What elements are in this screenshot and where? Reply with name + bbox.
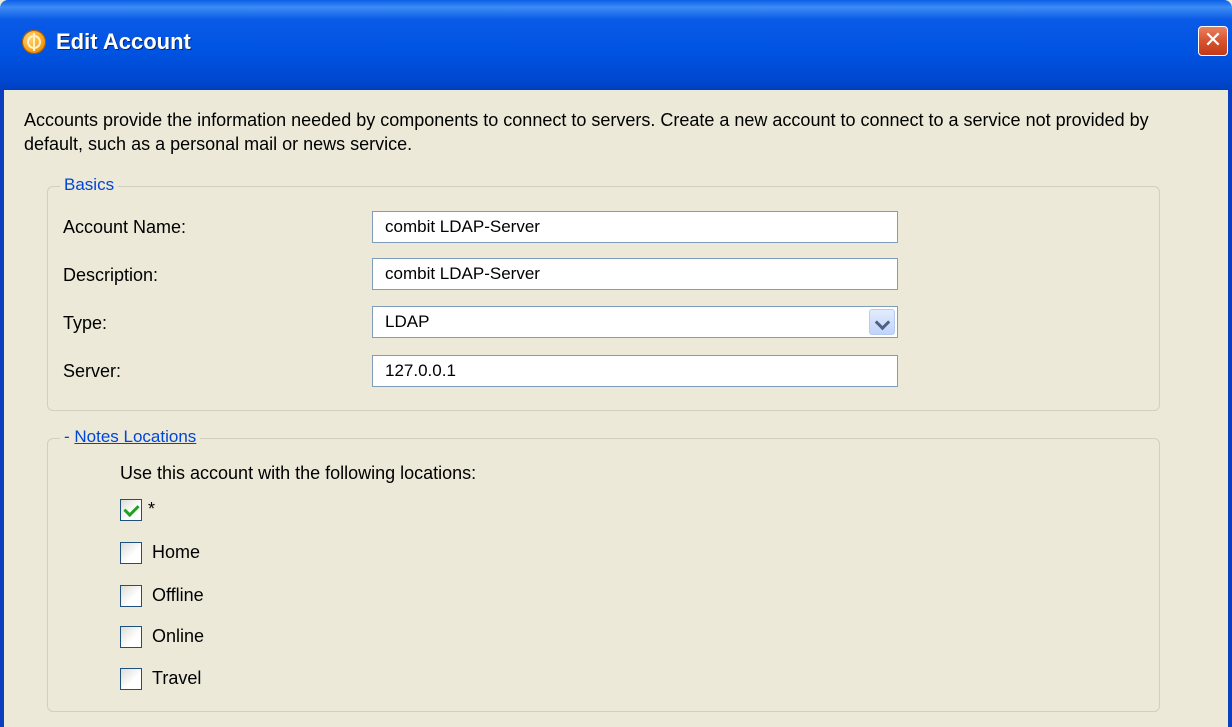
notes-locations-link[interactable]: Notes Locations: [74, 427, 196, 446]
type-label: Type:: [63, 313, 108, 333]
type-select[interactable]: LDAP: [372, 306, 898, 338]
location-checkbox-travel[interactable]: [120, 668, 142, 690]
location-label-travel[interactable]: Travel: [152, 668, 201, 689]
app-icon: [22, 30, 46, 54]
title-bar[interactable]: Edit Account ✕: [0, 0, 1232, 90]
window-title: Edit Account: [56, 29, 191, 54]
chevron-down-icon[interactable]: [869, 309, 895, 335]
description-label: Description:: [63, 265, 159, 285]
close-button[interactable]: ✕: [1198, 26, 1228, 56]
notes-locations-legend[interactable]: - Notes Locations: [60, 427, 201, 447]
window-frame-right: [1228, 90, 1232, 727]
location-checkbox-all[interactable]: [120, 499, 142, 521]
description-field[interactable]: combit LDAP-Server: [372, 258, 898, 290]
account-name-label: Account Name:: [63, 217, 187, 237]
edit-account-dialog: Edit Account ✕ Accounts provide the info…: [0, 0, 1232, 727]
dialog-description: Accounts provide the information needed …: [24, 110, 1149, 154]
collapse-toggle[interactable]: -: [64, 427, 74, 446]
location-label-online[interactable]: Online: [152, 626, 204, 647]
location-checkbox-online[interactable]: [120, 626, 142, 648]
locations-caption: Use this account with the following loca…: [120, 463, 477, 483]
account-name-field[interactable]: combit LDAP-Server: [372, 211, 898, 243]
server-label: Server:: [63, 361, 122, 381]
basics-legend: Basics: [60, 175, 119, 195]
server-field[interactable]: 127.0.0.1: [372, 355, 898, 387]
location-label-offline[interactable]: Offline: [152, 585, 204, 606]
location-label-all[interactable]: *: [148, 499, 155, 520]
location-label-home[interactable]: Home: [152, 542, 200, 563]
window-frame-left: [0, 90, 4, 727]
location-checkbox-home[interactable]: [120, 542, 142, 564]
location-checkbox-offline[interactable]: [120, 585, 142, 607]
type-select-value: LDAP: [385, 312, 430, 331]
